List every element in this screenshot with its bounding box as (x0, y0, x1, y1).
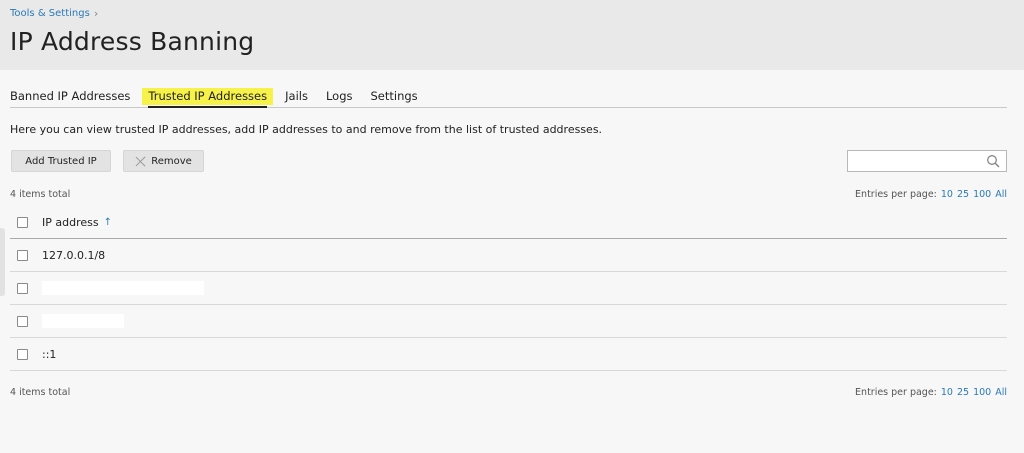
tab-banned-ip-addresses[interactable]: Banned IP Addresses (10, 86, 130, 108)
remove-label: Remove (151, 155, 192, 167)
ip-address-cell: ::1 (42, 347, 57, 361)
add-trusted-ip-label: Add Trusted IP (25, 155, 97, 167)
row-checkbox[interactable] (17, 315, 28, 327)
tab-jails[interactable]: Jails (285, 86, 308, 108)
entries-option-100[interactable]: 100 (973, 387, 991, 398)
redacted-ip-address (42, 314, 124, 328)
items-total-top: 4 items total (10, 189, 71, 200)
entries-option-10[interactable]: 10 (941, 189, 953, 200)
page-description: Here you can view trusted IP addresses, … (10, 123, 603, 136)
items-total-bottom: 4 items total (10, 387, 71, 398)
search-icon[interactable] (986, 154, 1000, 168)
add-trusted-ip-button[interactable]: Add Trusted IP (11, 150, 111, 172)
entries-option-25[interactable]: 25 (957, 189, 969, 200)
tab-settings[interactable]: Settings (371, 86, 418, 108)
table-row (10, 272, 1007, 305)
entries-per-page-bottom: Entries per page: 10 25 100 All (855, 387, 1007, 398)
entries-option-all[interactable]: All (995, 387, 1007, 398)
row-checkbox[interactable] (17, 348, 28, 360)
column-header-ip-address[interactable]: IP address (42, 216, 99, 229)
side-panel-handle[interactable] (0, 228, 5, 296)
table-header-row: IP address ↑ (10, 206, 1007, 239)
tab-highlight: Trusted IP Addresses (142, 88, 274, 105)
entries-per-page-label: Entries per page: (855, 189, 937, 200)
tab-logs[interactable]: Logs (326, 86, 353, 108)
select-all-checkbox[interactable] (17, 216, 28, 228)
redacted-ip-address (42, 281, 204, 295)
row-checkbox[interactable] (17, 249, 28, 261)
search-input[interactable] (848, 152, 983, 173)
tab-trusted-ip-addresses[interactable]: Trusted IP Addresses (142, 86, 274, 108)
tab-bar: Banned IP Addresses Trusted IP Addresses… (10, 86, 1007, 108)
close-icon (135, 156, 146, 167)
entries-option-all[interactable]: All (995, 189, 1007, 200)
search-field[interactable] (847, 150, 1007, 173)
row-checkbox[interactable] (17, 282, 28, 294)
page-title: IP Address Banning (10, 27, 255, 56)
breadcrumb: Tools & Settings › (10, 7, 98, 20)
trusted-ip-table: IP address ↑ 127.0.0.1/8 ::1 (10, 206, 1007, 371)
ip-address-cell: 127.0.0.1/8 (42, 248, 106, 262)
chevron-right-icon: › (93, 7, 99, 20)
remove-button[interactable]: Remove (123, 150, 204, 172)
entries-option-25[interactable]: 25 (957, 387, 969, 398)
entries-per-page-top: Entries per page: 10 25 100 All (855, 189, 1007, 200)
table-row: ::1 (10, 338, 1007, 371)
breadcrumb-link-tools-settings[interactable]: Tools & Settings (10, 8, 90, 19)
sort-ascending-icon[interactable]: ↑ (104, 217, 112, 228)
table-row: 127.0.0.1/8 (10, 239, 1007, 272)
entries-per-page-label: Entries per page: (855, 387, 937, 398)
table-row (10, 305, 1007, 338)
entries-option-10[interactable]: 10 (941, 387, 953, 398)
page-header: Tools & Settings › IP Address Banning (0, 0, 1024, 70)
entries-option-100[interactable]: 100 (973, 189, 991, 200)
